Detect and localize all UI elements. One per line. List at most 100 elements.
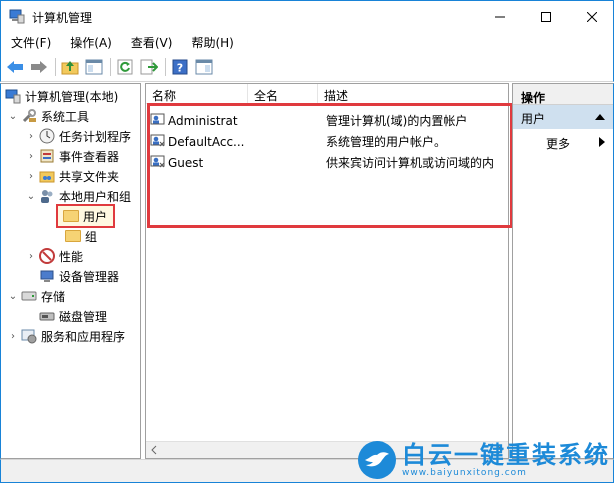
event-viewer-icon <box>40 149 54 163</box>
close-icon <box>587 11 597 22</box>
maximize-button[interactable] <box>523 1 569 32</box>
tree-label: 本地用户和组 <box>59 189 132 204</box>
actions-header: 操作 <box>513 84 613 105</box>
chevron-right-icon[interactable]: › <box>25 171 37 182</box>
menu-action[interactable]: 操作(A) <box>60 34 121 51</box>
action-more-label: 更多 <box>546 137 571 151</box>
storage-icon <box>21 291 37 301</box>
tree-item-performance[interactable]: › 性能 <box>25 246 83 266</box>
tools-icon <box>22 109 36 123</box>
menu-help[interactable]: 帮助(H) <box>181 34 242 51</box>
chevron-right-icon[interactable]: › <box>25 131 37 142</box>
show-hide-tree-button[interactable] <box>84 57 104 77</box>
column-header-name[interactable]: 名称 <box>146 84 248 104</box>
tree-item-system-tools[interactable]: ⌄ 系统工具 <box>7 106 89 126</box>
forward-button[interactable] <box>29 57 49 77</box>
chevron-down-icon[interactable]: ⌄ <box>25 191 37 202</box>
services-apps-icon <box>21 329 37 344</box>
collapse-up-icon[interactable] <box>595 113 605 121</box>
menu-file[interactable]: 文件(F) <box>1 34 60 51</box>
show-hide-action-pane-button[interactable] <box>194 57 214 77</box>
back-button[interactable] <box>5 57 25 77</box>
refresh-icon <box>117 59 133 75</box>
toolbar-separator <box>110 58 111 76</box>
folder-icon <box>65 230 81 242</box>
chevron-down-icon[interactable]: ⌄ <box>7 111 19 122</box>
action-group-users[interactable]: 用户 <box>513 105 613 129</box>
tree-label: 计算机管理(本地) <box>25 89 119 104</box>
tree-label: 事件查看器 <box>59 149 120 164</box>
tree-label: 性能 <box>59 249 84 264</box>
export-list-button[interactable] <box>139 57 159 77</box>
window-title: 计算机管理 <box>32 11 93 25</box>
chevron-right-icon[interactable]: › <box>7 331 19 342</box>
tree-item-local-users-groups[interactable]: ⌄ 本地用户和组 <box>25 186 131 206</box>
disk-management-icon <box>39 312 55 321</box>
toolbar-separator <box>55 58 56 76</box>
close-button[interactable] <box>569 1 614 32</box>
chevron-right-icon <box>599 137 605 147</box>
tree-item-computer-management[interactable]: 计算机管理(本地) <box>5 86 118 106</box>
chevron-right-icon[interactable]: › <box>25 251 37 262</box>
tree-item-shared-folders[interactable]: › 共享文件夹 <box>25 166 119 186</box>
action-more[interactable]: 更多 <box>513 129 613 153</box>
tree-label: 存储 <box>41 289 66 304</box>
chevron-down-icon[interactable]: ⌄ <box>7 291 19 302</box>
column-header-full-name[interactable]: 全名 <box>248 84 318 104</box>
bird-logo-icon <box>358 441 396 479</box>
forward-arrow-icon <box>31 61 47 73</box>
show-hide-action-pane-icon <box>195 59 213 75</box>
action-group-label: 用户 <box>521 112 546 126</box>
watermark-brand: 白云一键重装系统 <box>402 441 610 469</box>
help-icon: ? <box>172 59 188 75</box>
export-list-icon <box>140 59 158 75</box>
clock-icon <box>39 128 55 144</box>
up-one-level-button[interactable] <box>60 57 80 77</box>
tree-item-device-manager[interactable]: 设备管理器 <box>37 266 119 286</box>
scroll-left-icon[interactable] <box>146 442 163 458</box>
tree-item-groups[interactable]: 组 <box>63 226 97 246</box>
tree-item-services-apps[interactable]: › 服务和应用程序 <box>7 326 125 346</box>
svg-text:?: ? <box>177 62 183 75</box>
back-arrow-icon <box>7 61 23 73</box>
performance-icon <box>39 248 55 264</box>
column-header-description[interactable]: 描述 <box>318 84 508 104</box>
watermark-url: www.baiyunxitong.com <box>402 468 527 478</box>
device-manager-icon <box>40 270 54 282</box>
actions-pane: 操作 用户 更多 <box>512 83 614 459</box>
maximize-icon <box>541 11 551 22</box>
minimize-button[interactable] <box>477 1 523 32</box>
shared-folder-icon <box>39 171 55 183</box>
toolbar: ? <box>0 53 614 82</box>
users-group-icon <box>41 190 53 203</box>
tree-label: 设备管理器 <box>59 269 120 284</box>
list-header: 名称 全名 描述 <box>146 84 508 104</box>
help-button[interactable]: ? <box>170 57 190 77</box>
tree-label: 磁盘管理 <box>59 309 108 324</box>
title-bar: 计算机管理 <box>0 0 614 31</box>
tree-label: 服务和应用程序 <box>41 329 126 344</box>
tree-item-task-scheduler[interactable]: › 任务计划程序 <box>25 126 131 146</box>
tree-item-disk-management[interactable]: 磁盘管理 <box>37 306 107 326</box>
toolbar-separator <box>165 58 166 76</box>
user-list-pane: 名称 全名 描述 Administrat 管理计算机(域)的内置帐户 Defau… <box>145 83 513 459</box>
refresh-button[interactable] <box>115 57 135 77</box>
tree-label: 组 <box>85 229 98 244</box>
highlight-box <box>147 103 513 228</box>
computer-management-icon <box>5 89 21 104</box>
folder-icon <box>63 210 79 222</box>
show-hide-tree-icon <box>85 59 103 75</box>
tree-item-users[interactable]: 用户 <box>56 204 115 228</box>
tree-label: 用户 <box>83 209 108 224</box>
computer-management-icon <box>9 9 25 24</box>
tree-label: 系统工具 <box>41 109 90 124</box>
chevron-right-icon[interactable]: › <box>25 151 37 162</box>
console-tree: 计算机管理(本地) ⌄ 系统工具 › 任务计划程序 › 事件查看器 › 共享文件… <box>0 83 141 459</box>
menu-bar: 文件(F) 操作(A) 查看(V) 帮助(H) <box>0 31 614 53</box>
up-folder-icon <box>61 61 79 75</box>
tree-label: 共享文件夹 <box>59 169 120 184</box>
menu-view[interactable]: 查看(V) <box>121 34 182 51</box>
tree-item-storage[interactable]: ⌄ 存储 <box>7 286 65 306</box>
tree-item-event-viewer[interactable]: › 事件查看器 <box>25 146 119 166</box>
minimize-icon <box>495 16 505 17</box>
